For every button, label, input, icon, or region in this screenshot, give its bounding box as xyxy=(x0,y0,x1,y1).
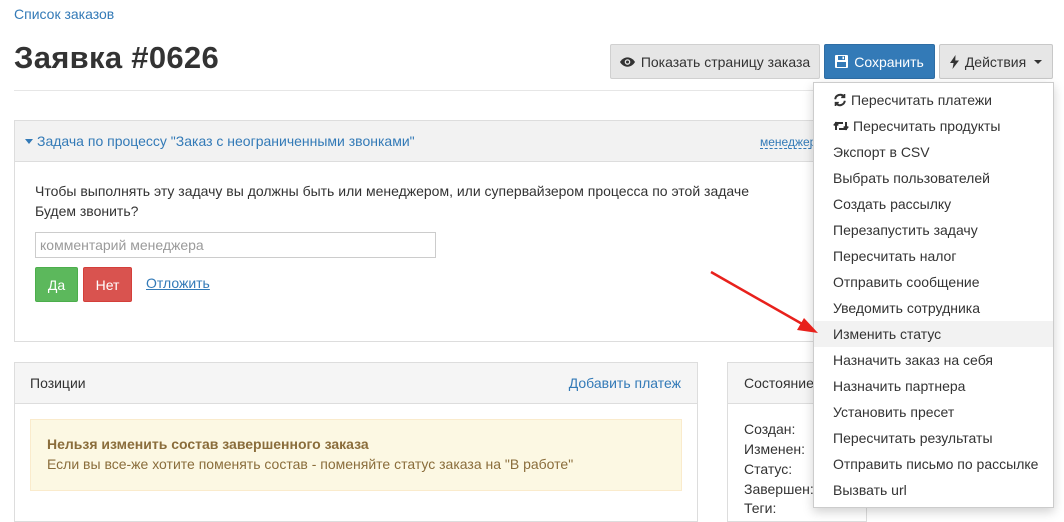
actions-label: Действия xyxy=(964,53,1027,70)
menu-item-call-url[interactable]: Вызвать url xyxy=(814,477,1053,503)
menu-item-label: Создать рассылку xyxy=(833,196,952,212)
show-order-page-label: Показать страницу заказа xyxy=(640,53,811,70)
task-question: Будем звонить? xyxy=(35,203,139,219)
menu-item-label: Назначить заказ на себя xyxy=(833,352,993,368)
yes-button[interactable]: Да xyxy=(35,267,78,302)
state-title: Состояние xyxy=(744,375,814,391)
alert-title: Нельзя изменить состав завершенного зака… xyxy=(47,436,369,452)
task-manager-link[interactable]: менеджер xyxy=(760,136,817,149)
menu-item-label: Пересчитать платежи xyxy=(851,92,993,108)
menu-item-send-message[interactable]: Отправить сообщение xyxy=(814,269,1053,295)
menu-item-recalculate-tax[interactable]: Пересчитать налог xyxy=(814,243,1053,269)
menu-item-label: Выбрать пользователей xyxy=(833,170,990,186)
state-modified-label: Изменен: xyxy=(744,441,806,457)
menu-item-label: Пересчитать результаты xyxy=(833,430,993,446)
menu-item-assign-to-self[interactable]: Назначить заказ на себя xyxy=(814,347,1053,373)
menu-item-set-preset[interactable]: Установить пресет xyxy=(814,399,1053,425)
save-button[interactable]: Сохранить xyxy=(824,44,935,79)
actions-dropdown-menu: Пересчитать платежи Пересчитать продукты… xyxy=(813,82,1054,508)
task-permission-message: Чтобы выполнять эту задачу вы должны быт… xyxy=(35,183,749,199)
menu-item-label: Пересчитать налог xyxy=(833,248,957,264)
menu-item-label: Уведомить сотрудника xyxy=(833,300,981,316)
bolt-icon xyxy=(949,54,959,69)
menu-item-label: Отправить письмо по рассылке xyxy=(833,456,1039,472)
positions-panel: Позиции Добавить платеж Нельзя изменить … xyxy=(14,362,698,522)
manager-comment-input[interactable] xyxy=(35,232,436,258)
task-panel-header[interactable]: Задача по процессу "Заказ с неограниченн… xyxy=(15,121,853,162)
menu-item-label: Перезапустить задачу xyxy=(833,222,978,238)
add-payment-link[interactable]: Добавить платеж xyxy=(569,375,681,391)
menu-item-label: Изменить статус xyxy=(833,326,942,342)
positions-title: Позиции xyxy=(30,375,86,391)
menu-item-send-mailing-letter[interactable]: Отправить письмо по рассылке xyxy=(814,451,1053,477)
menu-item-recalculate-products[interactable]: Пересчитать продукты xyxy=(814,113,1053,139)
no-button[interactable]: Нет xyxy=(83,267,132,302)
refresh-icon xyxy=(833,93,847,107)
menu-item-notify-employee[interactable]: Уведомить сотрудника xyxy=(814,295,1053,321)
save-label: Сохранить xyxy=(854,53,924,70)
menu-item-label: Установить пресет xyxy=(833,404,955,420)
menu-item-label: Пересчитать продукты xyxy=(853,118,1001,134)
eye-icon xyxy=(619,56,635,67)
breadcrumb-orders-link[interactable]: Список заказов xyxy=(14,6,114,22)
alert-text: Если вы все-же хотите поменять состав - … xyxy=(47,456,574,472)
menu-item-label: Отправить сообщение xyxy=(833,274,980,290)
menu-item-change-status[interactable]: Изменить статус xyxy=(814,321,1053,347)
actions-dropdown-button[interactable]: Действия xyxy=(939,44,1053,79)
state-created-label: Создан: xyxy=(744,421,796,437)
show-order-page-button[interactable]: Показать страницу заказа xyxy=(610,44,820,79)
menu-item-recalculate-payments[interactable]: Пересчитать платежи xyxy=(814,87,1053,113)
positions-panel-header: Позиции Добавить платеж xyxy=(15,363,697,404)
menu-item-label: Назначить партнера xyxy=(833,378,966,394)
menu-item-assign-partner[interactable]: Назначить партнера xyxy=(814,373,1053,399)
task-title[interactable]: Задача по процессу "Заказ с неограниченн… xyxy=(37,133,415,149)
page-title: Заявка #0626 xyxy=(14,40,219,75)
menu-item-recalculate-results[interactable]: Пересчитать результаты xyxy=(814,425,1053,451)
state-completed-label: Завершен: xyxy=(744,481,814,497)
task-panel: Задача по процессу "Заказ с неограниченн… xyxy=(14,120,854,342)
menu-item-label: Экспорт в CSV xyxy=(833,144,930,160)
menu-item-create-mailing[interactable]: Создать рассылку xyxy=(814,191,1053,217)
retweet-icon xyxy=(833,120,849,132)
menu-item-export-csv[interactable]: Экспорт в CSV xyxy=(814,139,1053,165)
state-status-label: Статус: xyxy=(744,461,793,477)
caret-down-icon xyxy=(25,139,33,144)
menu-item-restart-task[interactable]: Перезапустить задачу xyxy=(814,217,1053,243)
floppy-icon xyxy=(835,55,849,68)
state-tags-label: Теги: xyxy=(744,500,777,516)
menu-item-select-users[interactable]: Выбрать пользователей xyxy=(814,165,1053,191)
warning-alert: Нельзя изменить состав завершенного зака… xyxy=(30,419,682,491)
menu-item-label: Вызвать url xyxy=(833,482,907,498)
chevron-down-icon xyxy=(1034,59,1043,64)
postpone-link[interactable]: Отложить xyxy=(146,275,210,291)
